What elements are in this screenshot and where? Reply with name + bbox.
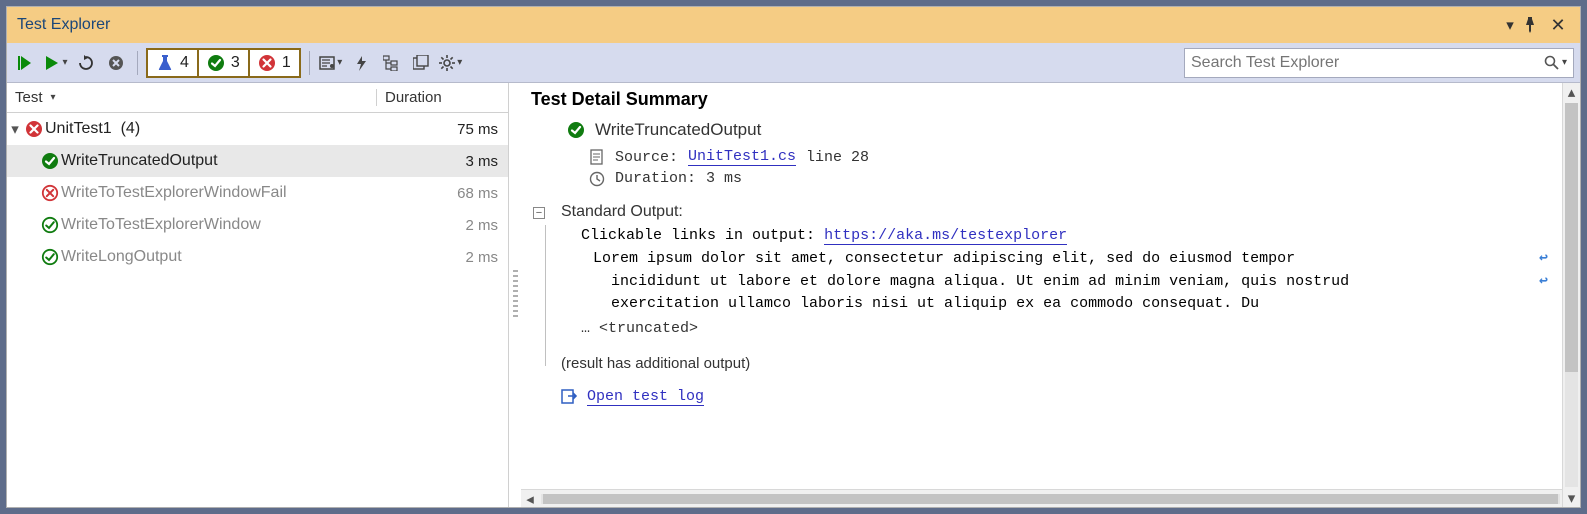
test-name: WriteLongOutput	[61, 248, 408, 266]
tree-columns-header: Test ▾ Duration	[7, 83, 508, 113]
windows-button[interactable]	[408, 49, 434, 77]
duration-value: 3 ms	[706, 170, 742, 187]
output-prefix: Clickable links in output:	[581, 227, 815, 244]
clock-icon	[589, 171, 605, 187]
search-icon	[1544, 55, 1560, 71]
counter-failed-value: 1	[282, 54, 291, 72]
cancel-button[interactable]	[103, 49, 129, 77]
close-icon[interactable]: ✕	[1546, 15, 1570, 36]
truncated-marker: … <truncated>	[581, 320, 1560, 337]
tree-item-row[interactable]: WriteLongOutput2 ms	[7, 241, 508, 273]
test-duration: 68 ms	[408, 185, 498, 202]
group-duration: 75 ms	[408, 121, 498, 138]
pin-icon[interactable]	[1522, 17, 1546, 33]
hierarchy-button[interactable]	[378, 49, 404, 77]
expand-icon[interactable]: ▾	[7, 120, 23, 138]
counter-failed[interactable]: 1	[250, 50, 299, 76]
tree-rows: ▾ UnitTest1 (4) 75 ms WriteTruncatedOutp…	[7, 113, 508, 507]
wrap-indicator-icon: ↩	[1539, 271, 1548, 294]
detail-pane: ▴▾ Test Detail Summary WriteTruncatedOut…	[521, 83, 1580, 507]
output-text-line: incididunt ut labore et dolore magna ali…	[611, 271, 1560, 294]
collapse-toggle[interactable]: −	[533, 207, 545, 219]
test-counters: 4 3 1	[146, 48, 301, 78]
standard-output-label: Standard Output:	[561, 203, 1560, 221]
source-label: Source:	[615, 149, 678, 166]
titlebar: Test Explorer ▾ ✕	[7, 7, 1580, 43]
search-input[interactable]	[1191, 54, 1544, 72]
window-title: Test Explorer	[17, 16, 1498, 34]
repeat-button[interactable]	[73, 49, 99, 77]
test-name: WriteToTestExplorerWindow	[61, 216, 408, 234]
run-all-button[interactable]	[13, 49, 39, 77]
detail-test-name: WriteTruncatedOutput	[595, 120, 761, 140]
run-button[interactable]: ▾	[43, 49, 69, 77]
test-duration: 2 ms	[408, 249, 498, 266]
window-menu-icon[interactable]: ▾	[1498, 16, 1522, 34]
group-name: UnitTest1 (4)	[45, 120, 408, 138]
test-duration: 3 ms	[408, 153, 498, 170]
output-link[interactable]: https://aka.ms/testexplorer	[824, 227, 1067, 245]
counter-passed[interactable]: 3	[199, 50, 250, 76]
detail-heading: Test Detail Summary	[531, 89, 1560, 110]
test-tree-pane: Test ▾ Duration ▾ UnitTest1 (4) 75 ms Wr…	[7, 83, 509, 507]
wrap-indicator-icon: ↩	[1539, 248, 1548, 271]
horizontal-scrollbar[interactable]: ◂▸	[521, 489, 1580, 507]
status-icon	[39, 152, 61, 170]
splitter[interactable]	[509, 83, 521, 507]
open-test-log-link[interactable]: Open test log	[587, 388, 704, 406]
chevron-down-icon[interactable]: ▾	[1562, 57, 1567, 68]
column-duration[interactable]: Duration	[377, 89, 508, 106]
separator	[137, 51, 138, 75]
output-text-line: exercitation ullamco laboris nisi ut ali…	[611, 293, 1560, 316]
status-icon	[39, 248, 61, 266]
playlist-button[interactable]: ▾	[318, 49, 344, 77]
status-icon	[39, 216, 61, 234]
document-icon	[589, 149, 605, 165]
column-test[interactable]: Test ▾	[7, 89, 377, 106]
counter-total[interactable]: 4	[148, 50, 199, 76]
toolbar: ▾ 4 3 1 ▾ ▾ ▾	[7, 43, 1580, 83]
source-file-link[interactable]: UnitTest1.cs	[688, 148, 796, 166]
counter-passed-value: 3	[231, 54, 240, 72]
test-name: WriteToTestExplorerWindowFail	[61, 184, 408, 202]
separator	[309, 51, 310, 75]
open-log-icon	[561, 388, 577, 405]
pass-icon	[567, 121, 585, 139]
output-text-line: Lorem ipsum dolor sit amet, consectetur …	[593, 248, 1560, 271]
search-box[interactable]: ▾	[1184, 48, 1574, 78]
tree-item-row[interactable]: WriteToTestExplorerWindowFail68 ms	[7, 177, 508, 209]
fail-icon	[23, 120, 45, 138]
additional-output-note: (result has additional output)	[561, 355, 1560, 372]
sort-indicator-icon: ▾	[51, 92, 56, 103]
tree-item-row[interactable]: WriteTruncatedOutput3 ms	[7, 145, 508, 177]
tree-item-row[interactable]: WriteToTestExplorerWindow2 ms	[7, 209, 508, 241]
counter-total-value: 4	[180, 54, 189, 72]
test-name: WriteTruncatedOutput	[61, 152, 408, 170]
fail-icon	[258, 54, 276, 72]
chevron-down-icon: ▾	[62, 57, 67, 68]
duration-label: Duration:	[615, 170, 696, 187]
diagnostic-button[interactable]	[348, 49, 374, 77]
pass-icon	[207, 54, 225, 72]
tree-group-row[interactable]: ▾ UnitTest1 (4) 75 ms	[7, 113, 508, 145]
settings-button[interactable]: ▾	[438, 49, 464, 77]
status-icon	[39, 184, 61, 202]
flask-icon	[156, 54, 174, 72]
test-explorer-window: Test Explorer ▾ ✕ ▾ 4 3 1 ▾	[6, 6, 1581, 508]
source-line: line 28	[806, 149, 869, 166]
test-duration: 2 ms	[408, 217, 498, 234]
